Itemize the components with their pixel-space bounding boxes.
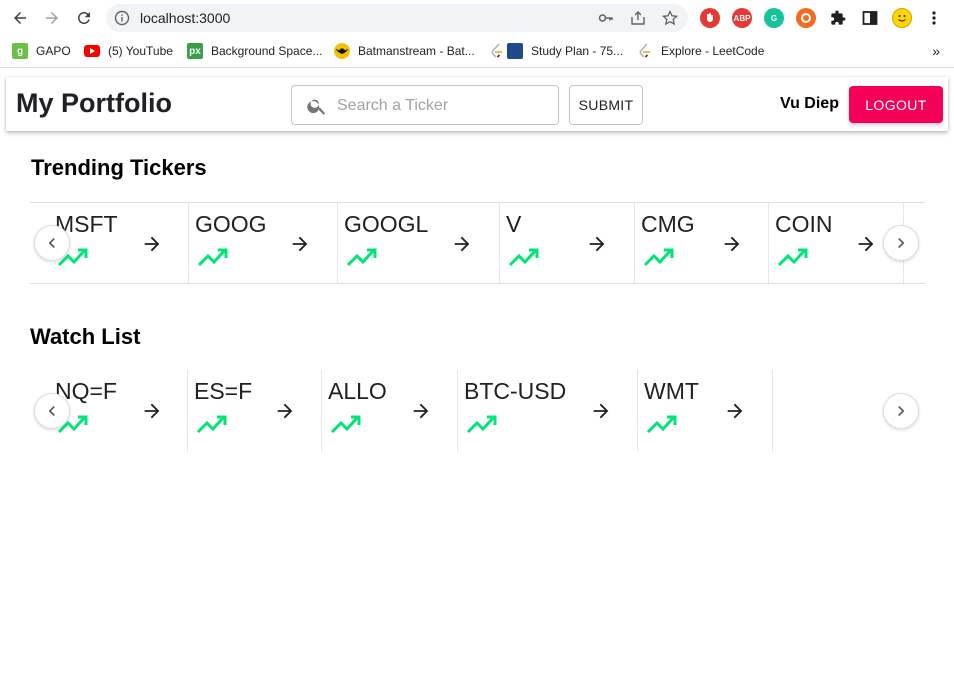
app-title: My Portfolio [16, 88, 172, 118]
bookmark-explore-leetcode[interactable]: Explore - LeetCode [637, 41, 764, 61]
side-panel-icon[interactable] [860, 8, 880, 28]
reload-icon[interactable] [72, 7, 96, 29]
batman-icon [334, 43, 350, 59]
trending-carousel: MSFT GOOG GOOGL V CMG COIN [30, 202, 925, 284]
watchlist-prev-button[interactable] [34, 393, 70, 429]
ticker-symbol: V [506, 211, 522, 237]
watchlist-next-button[interactable] [883, 393, 919, 429]
arrow-right-icon[interactable] [274, 400, 296, 427]
bookmark-label: Batmanstream - Bat... [358, 44, 475, 58]
forward-icon[interactable] [40, 7, 64, 29]
arrow-right-icon[interactable] [590, 400, 612, 427]
trending-up-icon [466, 414, 498, 439]
bookmark-star-icon[interactable] [662, 10, 678, 26]
px-icon: px [187, 43, 203, 59]
chevron-left-icon [48, 238, 55, 248]
ticker-card[interactable]: BTC-USD [458, 370, 638, 452]
ticker-card[interactable]: V [500, 203, 635, 283]
trending-up-icon [777, 247, 809, 272]
bookmark-background-space[interactable]: px Background Space... [187, 41, 322, 61]
ticker-symbol: CMG [641, 211, 695, 237]
arrow-right-icon[interactable] [141, 400, 163, 427]
arrow-right-icon[interactable] [855, 233, 877, 260]
ticker-symbol: GOOG [195, 211, 267, 237]
bookmark-label: (5) YouTube [108, 44, 173, 58]
arrow-right-icon[interactable] [141, 233, 163, 260]
bookmark-study-plan[interactable]: Study Plan - 75... [489, 41, 623, 61]
arrow-right-icon[interactable] [289, 233, 311, 260]
more-bookmarks-chevron-icon[interactable]: » [932, 43, 940, 59]
ticker-card[interactable]: ALLO [322, 370, 458, 452]
arrow-right-icon[interactable] [451, 233, 473, 260]
ticker-symbol: ES=F [194, 378, 253, 404]
bookmark-label: Background Space... [211, 44, 323, 58]
browser-toolbar: localhost:3000 ABP G [0, 0, 954, 36]
trending-up-icon [346, 247, 378, 272]
study-plan-icon [507, 43, 523, 59]
address-bar[interactable]: localhost:3000 [106, 4, 688, 32]
carousel-next-button[interactable] [883, 225, 919, 261]
bookmark-batmanstream[interactable]: Batmanstream - Bat... [334, 41, 475, 61]
share-icon[interactable] [630, 10, 646, 26]
submit-button[interactable]: SUBMIT [569, 85, 643, 125]
bookmarks-bar: g GAPO (5) YouTube px Background Space..… [0, 36, 954, 68]
arrow-right-icon[interactable] [724, 400, 746, 427]
trending-up-icon [646, 414, 678, 439]
search-placeholder: Search a Ticker [337, 97, 449, 114]
ticker-card[interactable]: GOOG [189, 203, 338, 283]
arrow-right-icon[interactable] [410, 400, 432, 427]
leetcode-icon [489, 43, 505, 59]
site-info-icon[interactable] [114, 10, 130, 31]
ticker-card[interactable]: WMT [638, 370, 773, 452]
carousel-prev-button[interactable] [34, 225, 70, 261]
chevron-right-icon [898, 406, 905, 416]
trending-up-icon [196, 414, 228, 439]
back-icon[interactable] [8, 7, 32, 29]
adblock-icon[interactable] [700, 8, 720, 28]
url-text: localhost:3000 [140, 10, 231, 26]
username: Vu Diep [780, 95, 839, 112]
trending-up-icon [197, 247, 229, 272]
lifebuoy-icon[interactable] [796, 8, 816, 28]
ticker-symbol: ALLO [328, 378, 387, 404]
trending-up-icon [330, 414, 362, 439]
bookmark-youtube[interactable]: (5) YouTube [84, 41, 173, 61]
abp-icon[interactable]: ABP [732, 8, 752, 28]
bookmark-label: Study Plan - 75... [531, 44, 624, 58]
logout-button[interactable]: LOGOUT [849, 86, 943, 123]
trending-title: Trending Tickers [31, 155, 207, 180]
ticker-card[interactable]: GOOGL [338, 203, 500, 283]
gapo-icon: g [12, 43, 28, 59]
ticker-card[interactable]: CMG [635, 203, 769, 283]
smiley-extension-icon[interactable] [892, 8, 912, 28]
watchlist-title: Watch List [30, 324, 141, 349]
key-icon[interactable] [598, 10, 614, 26]
ticker-symbol: COIN [775, 211, 833, 237]
browser-menu-icon[interactable] [924, 8, 944, 28]
bookmark-label: GAPO [36, 44, 71, 58]
chevron-left-icon [48, 406, 55, 416]
ticker-card[interactable]: MSFT [49, 203, 189, 283]
bookmark-label: Explore - LeetCode [661, 44, 765, 58]
arrow-right-icon[interactable] [586, 233, 608, 260]
extensions-puzzle-icon[interactable] [828, 8, 848, 28]
ticker-search-input[interactable]: Search a Ticker [291, 85, 559, 125]
arrow-right-icon[interactable] [721, 233, 743, 260]
search-icon [306, 95, 328, 122]
ticker-card[interactable]: ES=F [188, 370, 322, 452]
ticker-symbol: BTC-USD [464, 378, 567, 404]
leetcode-icon [637, 43, 653, 59]
app-header: My Portfolio Search a Ticker SUBMIT Vu D… [6, 77, 948, 131]
chevron-right-icon [898, 238, 905, 248]
ticker-symbol: GOOGL [344, 211, 429, 237]
trending-up-icon [508, 247, 540, 272]
trending-up-icon [643, 247, 675, 272]
grammarly-icon[interactable]: G [764, 8, 784, 28]
youtube-icon [84, 45, 100, 57]
ticker-symbol: WMT [644, 378, 699, 404]
watchlist-carousel: NQ=F ES=F ALLO BTC-USD WMT [30, 370, 925, 452]
bookmark-gapo[interactable]: g GAPO [12, 41, 71, 61]
